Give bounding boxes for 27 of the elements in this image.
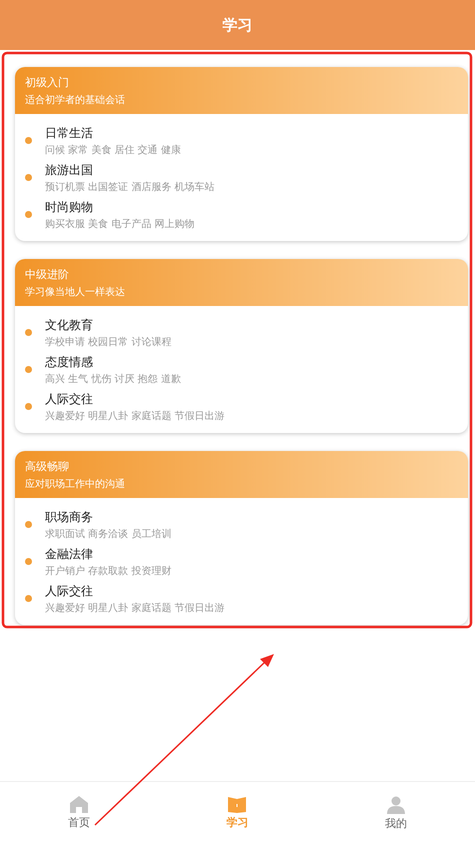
level-title: 高级畅聊 bbox=[25, 458, 70, 474]
topic-tags: 高兴 生气 忧伤 讨厌 抱怨 道歉 bbox=[45, 372, 181, 386]
topic-tags: 购买衣服 美食 电子产品 网上购物 bbox=[45, 216, 195, 230]
page-title: 学习 bbox=[222, 16, 252, 34]
topic-title[interactable]: 日常生活 bbox=[45, 124, 181, 142]
level-subtitle: 适合初学者的基础会话 bbox=[25, 94, 126, 106]
topic-tags: 学校申请 校园日常 讨论课程 bbox=[45, 334, 172, 348]
tab-item[interactable]: 我的 bbox=[384, 796, 407, 830]
level-title: 初级入门 bbox=[25, 74, 70, 90]
topic-title[interactable]: 旅游出国 bbox=[45, 162, 215, 178]
level-subtitle: 应对职场工作中的沟通 bbox=[25, 478, 126, 490]
topic-title[interactable]: 态度情感 bbox=[45, 354, 181, 370]
topic-title[interactable]: 职场商务 bbox=[45, 508, 172, 526]
topic-tags: 兴趣爱好 明星八卦 家庭话题 节假日出游 bbox=[45, 408, 225, 422]
level-subtitle: 学习像当地人一样表达 bbox=[25, 286, 126, 298]
topic-title[interactable]: 金融法律 bbox=[45, 546, 172, 562]
topic-title[interactable]: 文化教育 bbox=[45, 316, 172, 334]
tab-item[interactable]: 首页 bbox=[68, 796, 90, 830]
topic-tags: 预订机票 出国签证 酒店服务 机场车站 bbox=[45, 180, 215, 194]
topic-tags: 求职面试 商务洽谈 员工培训 bbox=[45, 526, 172, 540]
topic-title[interactable]: 时尚购物 bbox=[45, 198, 195, 216]
level-title: 中级进阶 bbox=[25, 266, 70, 282]
topic-tags: 兴趣爱好 明星八卦 家庭话题 节假日出游 bbox=[45, 600, 225, 614]
topic-tags: 开户销户 存款取款 投资理财 bbox=[45, 564, 172, 578]
topic-tags: 问候 家常 美食 居住 交通 健康 bbox=[45, 142, 181, 156]
topic-title[interactable]: 人际交往 bbox=[45, 582, 225, 600]
topic-title[interactable]: 人际交往 bbox=[45, 390, 225, 408]
